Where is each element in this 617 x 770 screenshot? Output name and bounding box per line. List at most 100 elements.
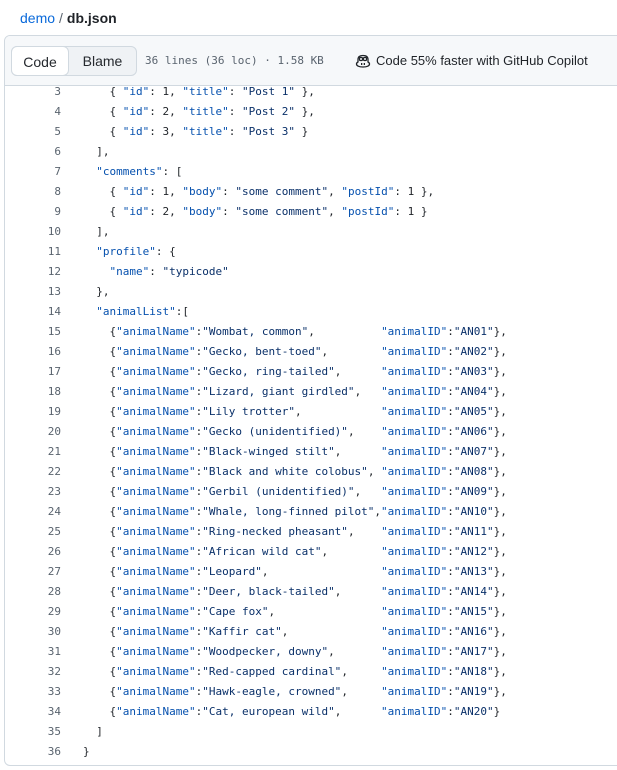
- code-line: 24 {"animalName":"Whale, long-finned pil…: [5, 502, 507, 522]
- breadcrumb-separator: /: [59, 10, 63, 26]
- code-line: 23 {"animalName":"Gerbil (unidentified)"…: [5, 482, 507, 502]
- code-line: 30 {"animalName":"Kaffir cat", "animalID…: [5, 622, 507, 642]
- code-line: 6 ],: [5, 142, 109, 162]
- line-number[interactable]: 14: [5, 302, 61, 322]
- line-number[interactable]: 27: [5, 562, 61, 582]
- code-line-text: {"animalName":"Deer, black-tailed", "ani…: [83, 585, 507, 598]
- copilot-promo-link[interactable]: Code 55% faster with GitHub Copilot: [355, 36, 588, 85]
- line-number[interactable]: 28: [5, 582, 61, 602]
- code-line-text: { "id": 1, "title": "Post 1" },: [83, 85, 315, 98]
- file-toolbar: Code Blame 36 lines (36 loc) · 1.58 KB C…: [5, 36, 617, 86]
- code-line-text: {"animalName":"Ring-necked pheasant", "a…: [83, 525, 507, 538]
- code-line: 20 {"animalName":"Gecko (unidentified)",…: [5, 422, 507, 442]
- line-number[interactable]: 10: [5, 222, 61, 242]
- line-number[interactable]: 21: [5, 442, 61, 462]
- line-number[interactable]: 23: [5, 482, 61, 502]
- blame-view-button[interactable]: Blame: [69, 47, 136, 75]
- code-line-text: { "id": 2, "body": "some comment", "post…: [83, 205, 428, 218]
- code-line-text: "comments": [: [96, 165, 183, 178]
- code-line-text: {"animalName":"Black and white colobus",…: [83, 465, 507, 478]
- code-line-text: {"animalName":"Lizard, giant girdled", "…: [83, 385, 507, 398]
- code-line: 10 ],: [5, 222, 110, 242]
- line-number[interactable]: 11: [5, 242, 61, 262]
- line-number[interactable]: 24: [5, 502, 61, 522]
- code-line-text: {"animalName":"Wombat, common", "animalI…: [83, 325, 507, 338]
- code-line: 11 "profile": {: [5, 242, 176, 262]
- code-line: 29 {"animalName":"Cape fox", "animalID":…: [5, 602, 507, 622]
- code-line-text: {"animalName":"African wild cat", "anima…: [83, 545, 507, 558]
- code-view-button[interactable]: Code: [11, 46, 69, 76]
- code-line-text: "name": "typicode": [109, 265, 229, 278]
- code-line: 19 {"animalName":"Lily trotter", "animal…: [5, 402, 507, 422]
- line-number[interactable]: 17: [5, 362, 61, 382]
- line-number[interactable]: 5: [5, 122, 61, 142]
- code-line-text: {"animalName":"Hawk-eagle, crowned", "an…: [83, 685, 507, 698]
- code-line-text: { "id": 2, "title": "Post 2" },: [83, 105, 315, 118]
- code-line: 22 {"animalName":"Black and white colobu…: [5, 462, 507, 482]
- code-line-text: {"animalName":"Kaffir cat", "animalID":"…: [83, 625, 507, 638]
- code-line-text: }: [83, 745, 90, 758]
- line-number[interactable]: 31: [5, 642, 61, 662]
- line-number[interactable]: 6: [5, 142, 61, 162]
- code-line: 16 {"animalName":"Gecko, bent-toed", "an…: [5, 342, 507, 362]
- code-line-text: {"animalName":"Whale, long-finned pilot"…: [83, 505, 507, 518]
- code-line: 17 {"animalName":"Gecko, ring-tailed", "…: [5, 362, 507, 382]
- line-number[interactable]: 18: [5, 382, 61, 402]
- line-number[interactable]: 26: [5, 542, 61, 562]
- code-line-text: {"animalName":"Gerbil (unidentified)", "…: [83, 485, 507, 498]
- code-line-text: {"animalName":"Cape fox", "animalID":"AN…: [83, 605, 507, 618]
- code-line-text: {"animalName":"Black-winged stilt", "ani…: [83, 445, 507, 458]
- code-line: 21 {"animalName":"Black-winged stilt", "…: [5, 442, 507, 462]
- code-line: 5 { "id": 3, "title": "Post 3" }: [5, 122, 308, 142]
- line-number[interactable]: 20: [5, 422, 61, 442]
- line-number[interactable]: 13: [5, 282, 61, 302]
- code-line-text: {"animalName":"Leopard", "animalID":"AN1…: [83, 565, 507, 578]
- line-number[interactable]: 3: [5, 82, 61, 102]
- line-number[interactable]: 32: [5, 662, 61, 682]
- line-number[interactable]: 25: [5, 522, 61, 542]
- code-line: 8 { "id": 1, "body": "some comment", "po…: [5, 182, 434, 202]
- code-line: 25 {"animalName":"Ring-necked pheasant",…: [5, 522, 507, 542]
- code-line-text: },: [83, 285, 110, 298]
- line-number[interactable]: 4: [5, 102, 61, 122]
- code-line: 15 {"animalName":"Wombat, common", "anim…: [5, 322, 507, 342]
- line-number[interactable]: 7: [5, 162, 61, 182]
- code-line: 28 {"animalName":"Deer, black-tailed", "…: [5, 582, 507, 602]
- breadcrumb-repo-link[interactable]: demo: [20, 10, 55, 26]
- line-number[interactable]: 19: [5, 402, 61, 422]
- code-line: 26 {"animalName":"African wild cat", "an…: [5, 542, 507, 562]
- breadcrumb: demo / db.json: [20, 8, 117, 28]
- code-line-text: {"animalName":"Gecko, bent-toed", "anima…: [83, 345, 507, 358]
- code-line: 14 "animalList":[: [5, 302, 189, 322]
- line-number[interactable]: 36: [5, 742, 61, 762]
- code-line-text: "animalList":[: [96, 305, 189, 318]
- code-line-text: {"animalName":"Woodpecker, downy", "anim…: [83, 645, 507, 658]
- line-number[interactable]: 33: [5, 682, 61, 702]
- line-number[interactable]: 9: [5, 202, 61, 222]
- code-line-text: ],: [83, 145, 110, 158]
- code-line: 34 {"animalName":"Cat, european wild", "…: [5, 702, 501, 722]
- line-number[interactable]: 8: [5, 182, 61, 202]
- code-line-text: { "id": 3, "title": "Post 3" }: [83, 125, 309, 138]
- line-number[interactable]: 15: [5, 322, 61, 342]
- code-line-text: {"animalName":"Gecko, ring-tailed", "ani…: [83, 365, 507, 378]
- code-line-text: ],: [83, 225, 110, 238]
- code-line: 9 { "id": 2, "body": "some comment", "po…: [5, 202, 427, 222]
- code-line: 4 { "id": 2, "title": "Post 2" },: [5, 102, 314, 122]
- code-line: 31 {"animalName":"Woodpecker, downy", "a…: [5, 642, 507, 662]
- line-number[interactable]: 16: [5, 342, 61, 362]
- line-number[interactable]: 34: [5, 702, 61, 722]
- line-number[interactable]: 35: [5, 722, 61, 742]
- line-number[interactable]: 22: [5, 462, 61, 482]
- code-line-text: {"animalName":"Red-capped cardinal", "an…: [83, 665, 507, 678]
- code-line-text: {"animalName":"Cat, european wild", "ani…: [83, 705, 501, 718]
- line-number[interactable]: 29: [5, 602, 61, 622]
- line-number[interactable]: 30: [5, 622, 61, 642]
- code-line-text: "profile": {: [96, 245, 176, 258]
- code-line: 7 "comments": [: [5, 162, 182, 182]
- code-line-text: ]: [83, 725, 103, 738]
- line-number[interactable]: 12: [5, 262, 61, 282]
- file-viewer: Code Blame 36 lines (36 loc) · 1.58 KB C…: [4, 35, 617, 766]
- code-line: 13 },: [5, 282, 110, 302]
- code-line: 27 {"animalName":"Leopard", "animalID":"…: [5, 562, 507, 582]
